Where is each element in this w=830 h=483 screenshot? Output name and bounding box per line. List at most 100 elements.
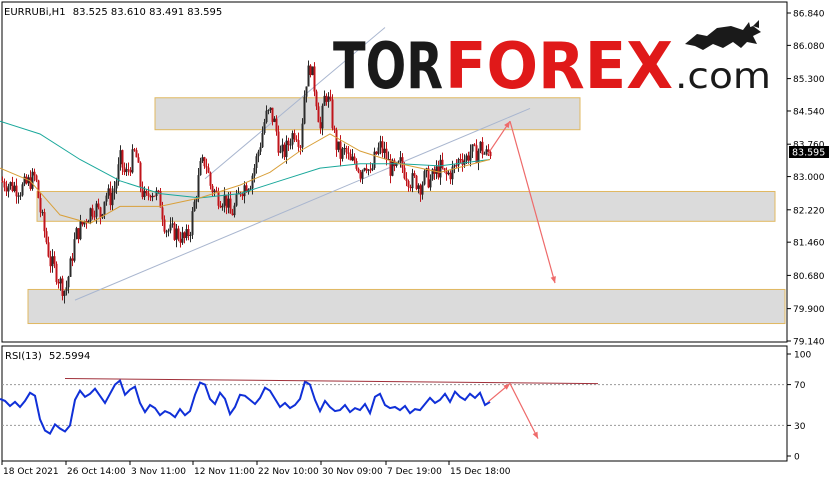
candle-body — [3, 181, 6, 188]
candle-body — [453, 165, 456, 167]
candle-body — [469, 151, 472, 161]
candle-body — [329, 96, 332, 100]
candle-body — [151, 195, 154, 198]
candle-body — [391, 160, 394, 176]
candle-body — [171, 223, 174, 225]
candle-body — [357, 168, 360, 173]
candle-body — [15, 185, 18, 197]
candle-body — [17, 195, 20, 197]
rsi-tick-label: 0 — [794, 453, 800, 463]
candle-body — [415, 175, 418, 189]
candle-body — [13, 185, 16, 192]
candle-body — [281, 144, 284, 152]
candle-body — [367, 169, 370, 171]
candle-body — [31, 171, 34, 189]
candle-body — [287, 140, 290, 145]
candle-body — [381, 141, 384, 153]
candle-body — [401, 157, 404, 168]
symbol-header: EURRUBi,H1 83.525 83.610 83.491 83.595 — [4, 7, 222, 18]
time-tick-label: 26 Oct 14:00 — [67, 467, 126, 477]
candle-body — [369, 169, 372, 171]
candle-body — [67, 276, 70, 288]
candle-body — [289, 144, 292, 146]
candle-body — [205, 166, 208, 168]
candle-body — [341, 148, 344, 159]
candle-body — [175, 228, 178, 240]
candle-body — [121, 150, 124, 168]
candle-body — [7, 185, 10, 192]
candle-body — [481, 141, 484, 155]
candle-body — [361, 170, 364, 179]
candle-body — [321, 105, 324, 129]
candle-body — [263, 122, 266, 134]
candle-body — [53, 256, 56, 264]
candle-body — [467, 155, 470, 161]
candle-body — [177, 228, 180, 239]
candle-body — [5, 187, 8, 192]
candle-body — [323, 95, 326, 106]
candle-body — [99, 207, 102, 218]
price-tick-label: 84.540 — [793, 107, 825, 117]
candle-body — [355, 160, 358, 169]
candle-body — [399, 157, 402, 162]
candle-body — [107, 188, 110, 196]
candle-body — [199, 161, 202, 176]
candle-body — [473, 144, 476, 146]
candle-body — [475, 145, 478, 163]
candle-body — [51, 256, 54, 267]
candle-body — [125, 169, 128, 173]
candle-body — [265, 110, 268, 123]
candle-body — [187, 229, 190, 236]
time-tick-label: 18 Oct 2021 — [3, 467, 59, 477]
candle-body — [41, 212, 44, 214]
candle-body — [61, 278, 64, 296]
candle-body — [117, 164, 120, 182]
candle-body — [167, 230, 170, 232]
candle-body — [461, 159, 464, 165]
candle-body — [21, 184, 24, 196]
candle-body — [109, 188, 112, 206]
candle-body — [455, 165, 458, 167]
candle-body — [363, 168, 366, 171]
candle-body — [207, 167, 210, 173]
candle-body — [153, 195, 156, 197]
candle-body — [419, 185, 422, 195]
candle-body — [55, 263, 58, 282]
candle-body — [203, 157, 206, 167]
candle-body — [169, 224, 172, 231]
candle-body — [371, 168, 374, 171]
price-tick-label: 79.900 — [793, 305, 825, 315]
candle-body — [225, 194, 228, 208]
bull-icon — [685, 20, 761, 50]
candle-body — [271, 107, 274, 122]
candle-body — [183, 232, 186, 238]
candle-body — [485, 149, 488, 154]
candle-body — [409, 186, 412, 189]
candle-body — [421, 184, 424, 195]
candle-body — [129, 169, 132, 173]
candle-body — [227, 198, 230, 208]
candle-body — [293, 133, 296, 140]
candle-body — [459, 159, 462, 161]
candle-body — [197, 175, 200, 199]
candle-body — [279, 151, 282, 153]
candle-body — [407, 181, 410, 187]
candle-body — [43, 212, 46, 232]
rsi-tick-label: 70 — [794, 381, 806, 391]
candle-body — [317, 106, 320, 123]
candle-body — [413, 173, 416, 176]
candle-body — [325, 95, 328, 102]
candle-body — [295, 139, 298, 141]
candle-body — [39, 197, 42, 213]
candle-body — [349, 153, 352, 161]
rsi-indicator-label: RSI(13) — [5, 351, 42, 362]
torforex-logo: TOR FOREX .com — [333, 20, 771, 98]
candle-body — [351, 156, 354, 161]
candle-body — [105, 195, 108, 202]
logo-forex: FOREX — [445, 30, 673, 98]
time-tick-label: 12 Nov 11:00 — [194, 467, 255, 477]
candle-body — [229, 198, 232, 214]
price-tick-label: 85.300 — [793, 75, 825, 85]
candle-body — [447, 172, 450, 175]
candle-body — [277, 131, 280, 153]
